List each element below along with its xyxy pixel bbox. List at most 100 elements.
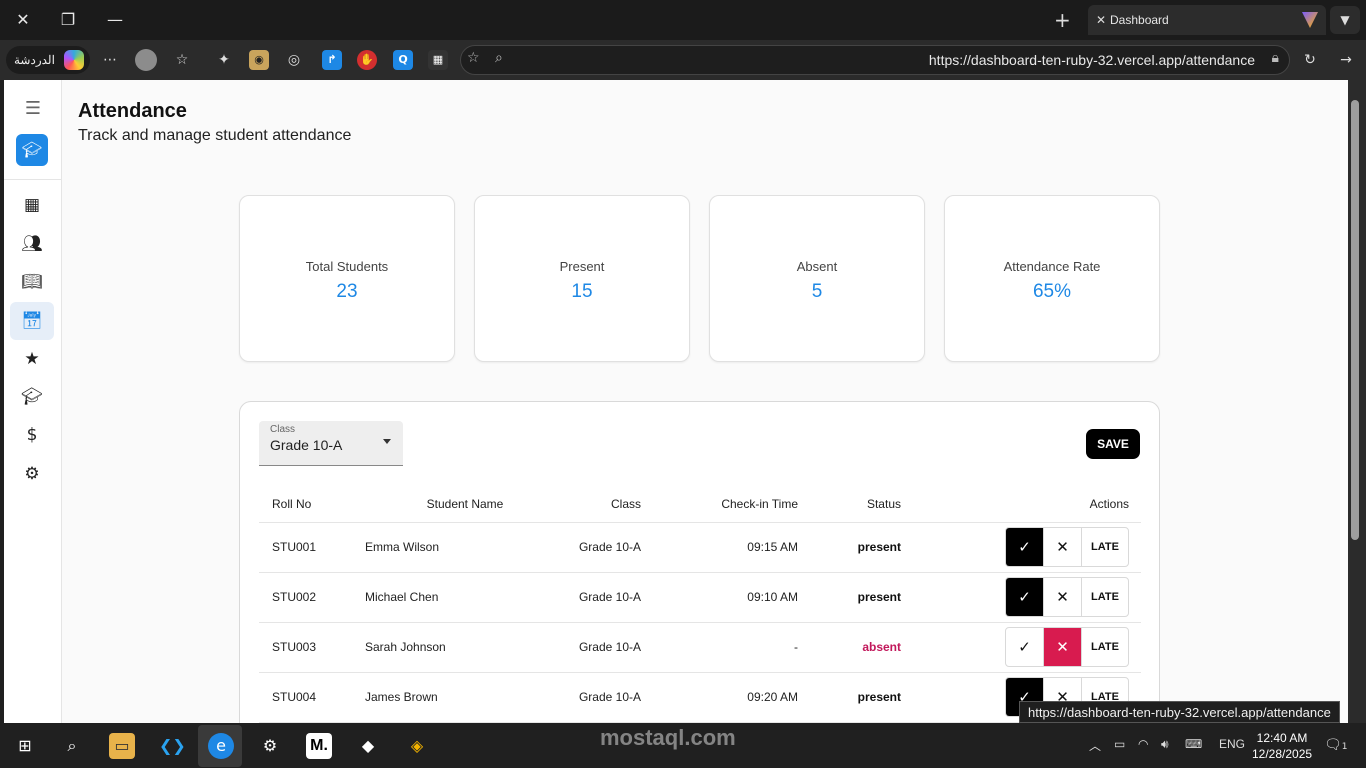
cell-actions: ✓ ✕ LATE	[901, 572, 1141, 623]
status-toggle-group: ✓ ✕ LATE	[1005, 527, 1129, 567]
vscode-icon[interactable]: ❮❯	[159, 733, 186, 759]
url-text[interactable]: https://dashboard-ten-ruby-32.vercel.app…	[929, 46, 1255, 74]
mark-absent-button[interactable]: ✕	[1044, 628, 1082, 666]
restore-window-icon[interactable]: ❐	[54, 8, 82, 32]
tray-chevron-icon[interactable]: ︿	[1089, 737, 1101, 754]
cell-roll: STU001	[259, 522, 365, 573]
sidebar-item-attendance[interactable]: 📅︎	[10, 302, 54, 340]
stat-label: Total Students	[305, 259, 389, 274]
sidebar-item-students[interactable]: 👥︎	[10, 225, 54, 263]
more-options-icon[interactable]: ⋯	[100, 50, 120, 70]
favorite-star-icon[interactable]: ☆	[467, 50, 480, 66]
cell-time: 09:20 AM	[641, 672, 798, 723]
language-indicator[interactable]: ENG	[1219, 737, 1245, 751]
edge-browser-icon[interactable]: e	[208, 733, 234, 759]
cell-roll: STU002	[259, 572, 365, 623]
profile-avatar[interactable]	[135, 49, 157, 71]
page-scrollbar[interactable]	[1348, 80, 1366, 723]
school-logo-icon[interactable]: 🎓︎	[16, 134, 48, 166]
sidebar-item-settings[interactable]: ⚙	[10, 455, 54, 493]
class-select[interactable]: Class Grade 10-A	[259, 421, 403, 466]
extension-search-icon[interactable]: Q	[393, 50, 413, 70]
page-title: Attendance	[78, 100, 187, 122]
extensions-icon[interactable]: ✦	[214, 50, 234, 70]
sidebar-item-teachers[interactable]: 🎓︎	[10, 378, 54, 416]
taskbar-clock[interactable]: 12:40 AM 12/28/2025	[1252, 730, 1312, 762]
cell-actions: ✓ ✕ LATE	[901, 622, 1141, 673]
courses-icon: 📖︎	[21, 272, 43, 292]
stat-value: 15	[571, 281, 593, 302]
wifi-icon[interactable]: ◠	[1138, 737, 1148, 751]
medium-app-icon[interactable]: M.	[306, 733, 332, 759]
page-subtitle: Track and manage student attendance	[78, 127, 352, 144]
mark-late-button[interactable]: LATE	[1082, 628, 1128, 666]
stat-card-present: Present 15	[474, 195, 690, 362]
attendance-calendar-icon: 📅︎	[21, 311, 43, 331]
minimize-window-icon[interactable]: —	[101, 8, 129, 32]
mark-present-button[interactable]: ✓	[1006, 528, 1044, 566]
close-window-icon[interactable]: ✕	[9, 8, 37, 32]
new-tab-button[interactable]: +	[1054, 8, 1071, 32]
mark-present-button[interactable]: ✓	[1006, 628, 1044, 666]
browser-toolbar: الدردشة ⋯ ☆ ✦ ◉ ◎ ↱ ✋ Q ▦ ☆ ⌕ https://da…	[0, 40, 1366, 80]
copilot-label: الدردشة	[14, 53, 55, 67]
extension-stop-icon[interactable]: ✋	[357, 50, 377, 70]
save-button[interactable]: SAVE	[1086, 429, 1140, 459]
clock-time: 12:40 AM	[1256, 731, 1308, 745]
copilot-icon	[64, 50, 84, 70]
battery-icon[interactable]: ▭	[1114, 737, 1125, 751]
sidebar-item-dashboard[interactable]: ▦	[10, 186, 54, 224]
settings-gear-icon[interactable]: ⚙	[257, 733, 283, 759]
mark-absent-button[interactable]: ✕	[1044, 528, 1082, 566]
sidebar-item-courses[interactable]: 📖︎	[10, 263, 54, 301]
mark-present-button[interactable]: ✓	[1006, 578, 1044, 616]
tab-close-icon[interactable]: ✕	[1096, 5, 1106, 35]
address-bar[interactable]: ☆ ⌕ https://dashboard-ten-ruby-32.vercel…	[460, 45, 1290, 75]
refresh-icon[interactable]: ↻	[1300, 50, 1320, 70]
favorites-icon[interactable]: ☆	[172, 50, 192, 70]
cell-time: -	[641, 622, 798, 673]
cell-class: Grade 10-A	[565, 522, 641, 573]
extension-owl-icon[interactable]: ◉	[249, 50, 269, 70]
extension-arrow-icon[interactable]: ↱	[322, 50, 342, 70]
extension-mosaic-icon[interactable]: ▦	[428, 50, 448, 70]
tab-menu-chevron-icon[interactable]: ▼	[1330, 6, 1360, 34]
search-icon[interactable]: ⌕	[59, 733, 85, 759]
cell-status: present	[798, 672, 901, 723]
gear-icon: ⚙	[24, 464, 40, 484]
sidebar-item-fees[interactable]: $	[10, 416, 54, 454]
mark-absent-button[interactable]: ✕	[1044, 578, 1082, 616]
search-icon[interactable]: ⌕	[495, 50, 503, 66]
copilot-button[interactable]: الدردشة	[6, 46, 90, 74]
cell-status: present	[798, 572, 901, 623]
extension-target-icon[interactable]: ◎	[284, 50, 304, 70]
cell-class: Grade 10-A	[565, 672, 641, 723]
watermark-text: mostaql.com	[600, 725, 736, 750]
cell-time: 09:15 AM	[641, 522, 798, 573]
browser-tab[interactable]: ✕ Dashboard	[1088, 5, 1326, 35]
windows-start-icon[interactable]: ⊞	[12, 733, 38, 759]
lock-icon[interactable]: 🔒︎	[1272, 50, 1279, 66]
mark-late-button[interactable]: LATE	[1082, 578, 1128, 616]
keyboard-icon[interactable]: ⌨	[1185, 737, 1202, 751]
sidebar: ☰ 🎓︎ ▦ 👥︎ 📖︎ 📅︎ ★ 🎓︎ $ ⚙	[4, 80, 62, 723]
status-toggle-group: ✓ ✕ LATE	[1005, 577, 1129, 617]
mark-late-button[interactable]: LATE	[1082, 528, 1128, 566]
stat-value: 5	[811, 281, 823, 302]
cell-actions: ✓ ✕ LATE	[901, 522, 1141, 573]
hamburger-menu-icon[interactable]: ☰	[22, 98, 44, 120]
graduation-cap-icon: 🎓︎	[21, 387, 43, 407]
sidebar-item-grades[interactable]: ★	[10, 340, 54, 378]
notifications-icon[interactable]: 🗨︎1	[1324, 737, 1348, 753]
volume-icon[interactable]: 🔊︎	[1161, 737, 1169, 752]
table-row: STU001 Emma Wilson Grade 10-A 09:15 AM p…	[259, 522, 1141, 573]
cell-time: 09:10 AM	[641, 572, 798, 623]
git-app-icon[interactable]: ◈	[404, 733, 430, 759]
forward-icon[interactable]: →	[1336, 50, 1356, 70]
scrollbar-thumb[interactable]	[1351, 100, 1359, 540]
cell-class: Grade 10-A	[565, 572, 641, 623]
cube-app-icon[interactable]: ◆	[355, 733, 381, 759]
stat-label: Present	[559, 259, 605, 274]
file-explorer-icon[interactable]: ▭	[109, 733, 135, 759]
cell-name: Sarah Johnson	[365, 622, 565, 673]
